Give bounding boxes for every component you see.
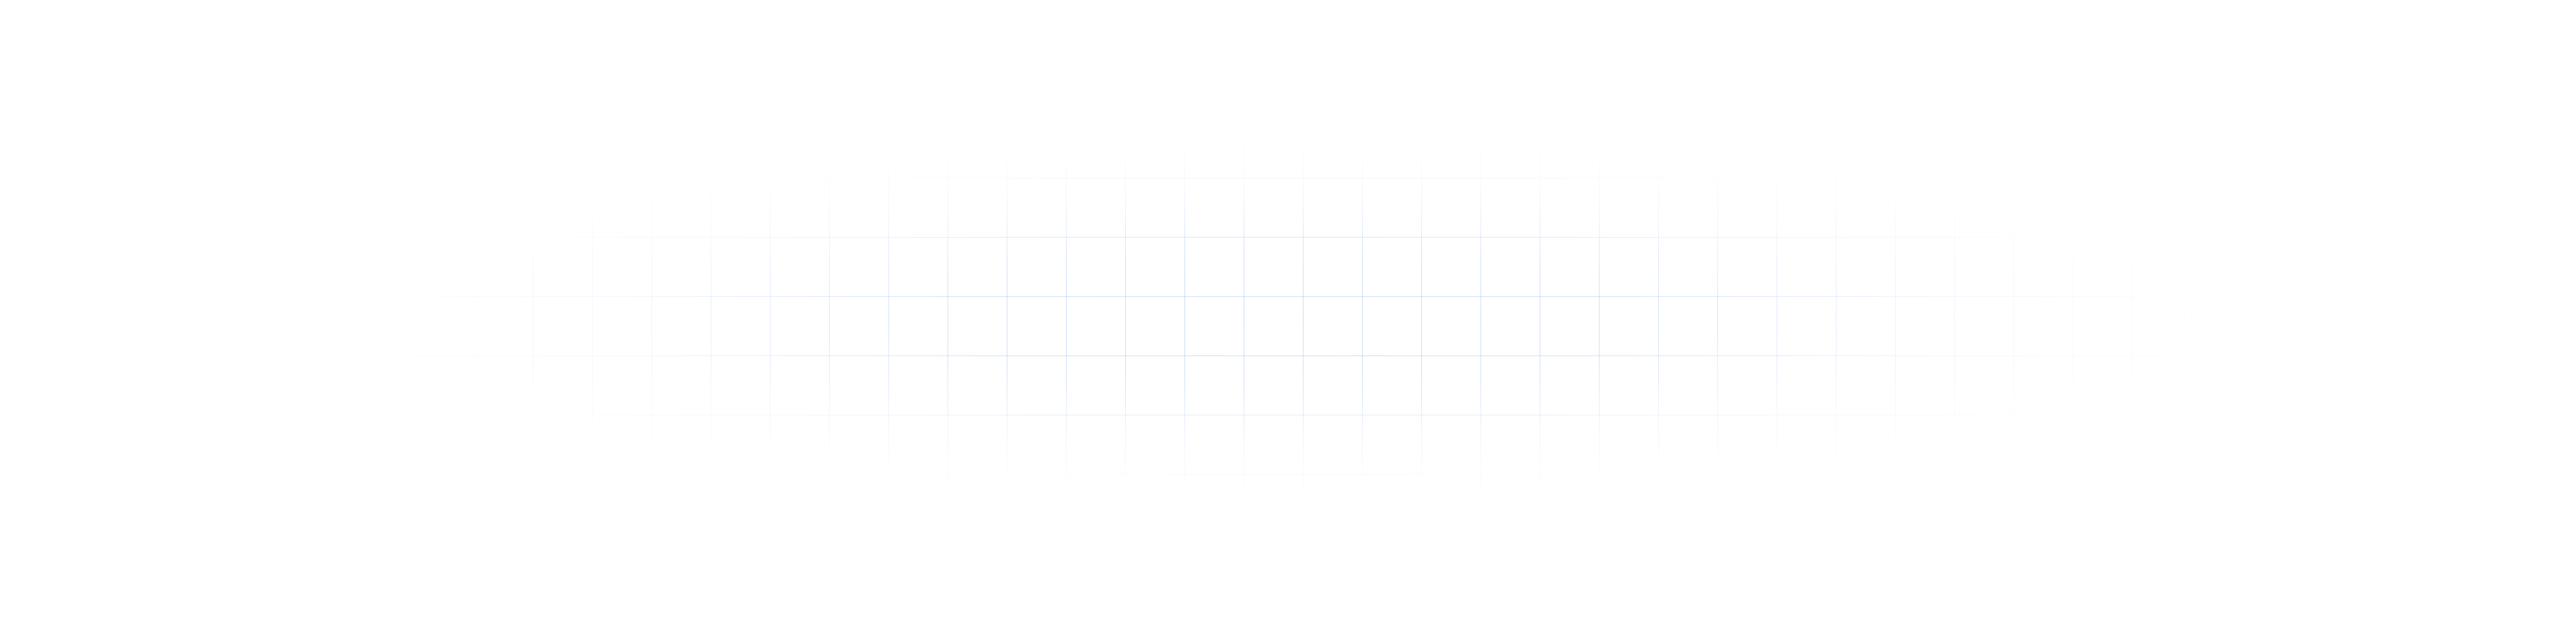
grid-pattern-graphic [0,0,2576,622]
canvas [0,0,2576,622]
decorative-grid [0,0,2576,622]
